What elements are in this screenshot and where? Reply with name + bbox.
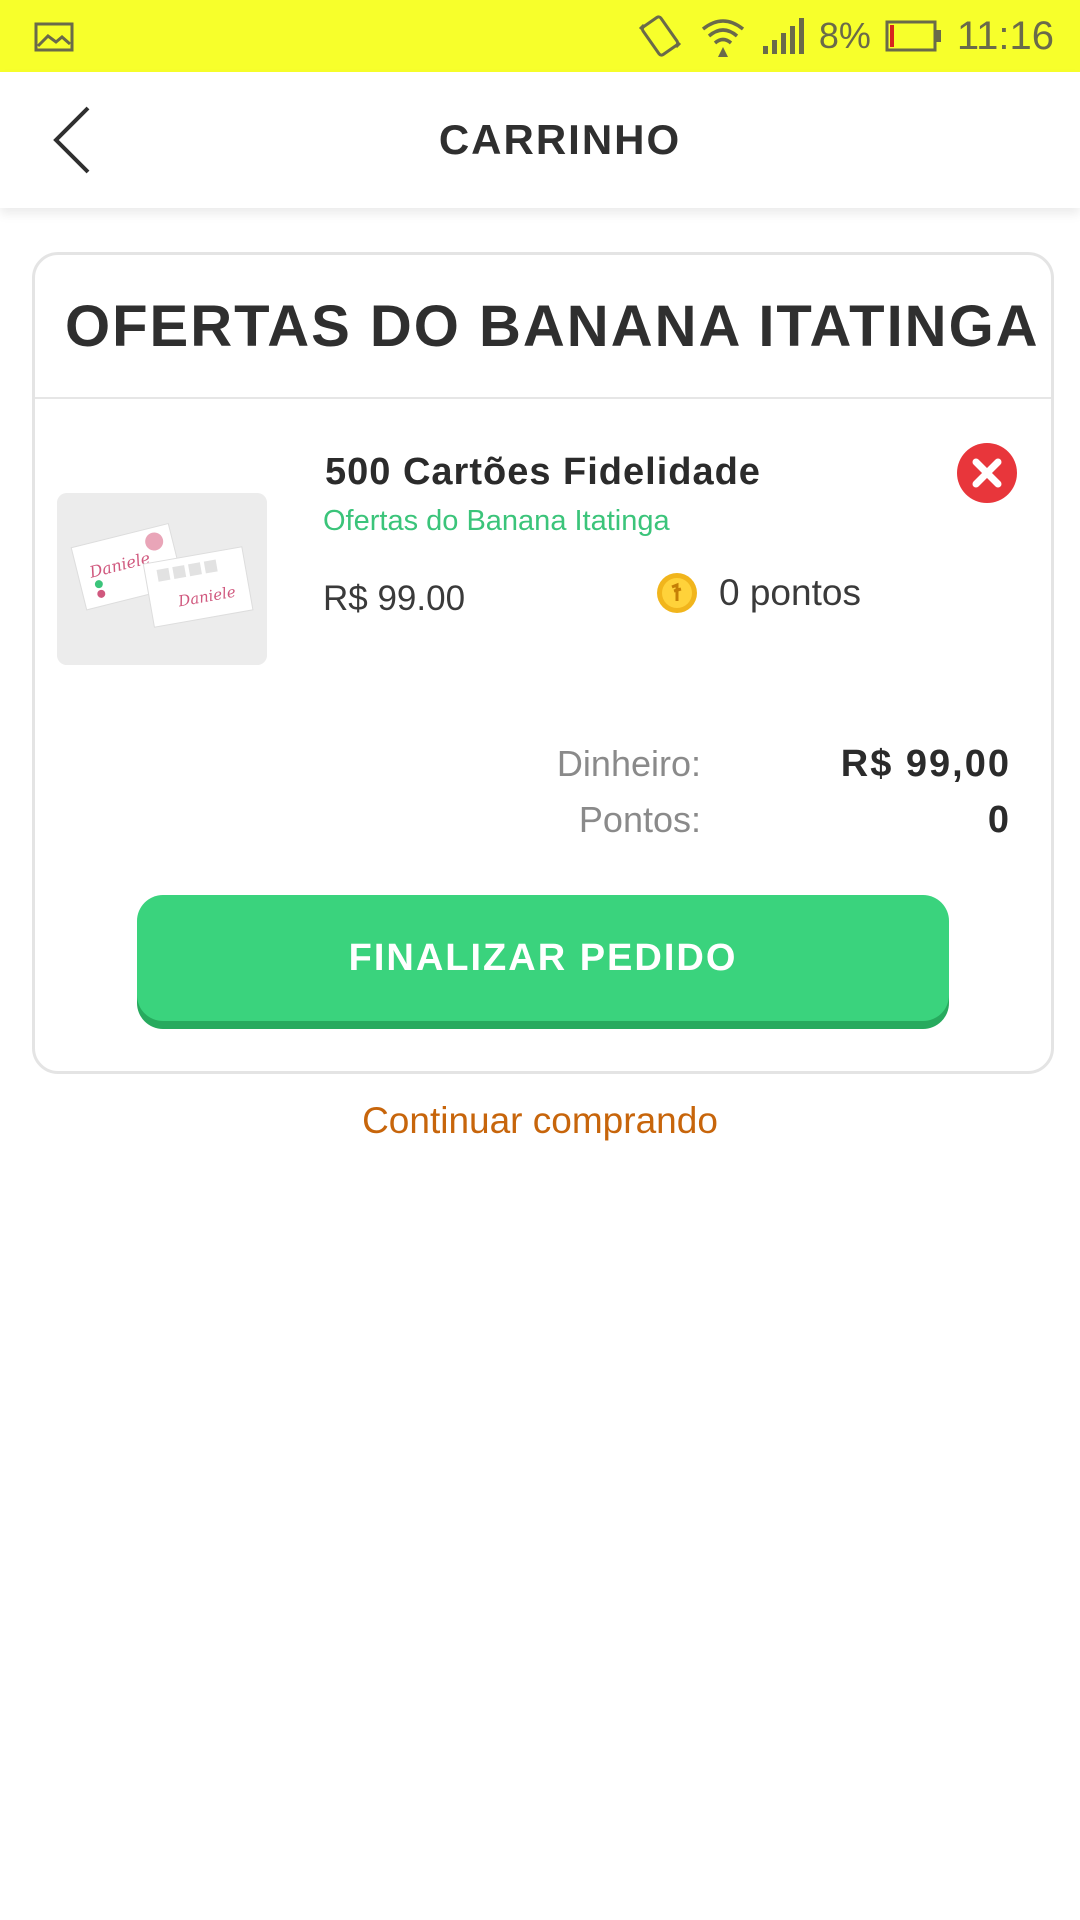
battery-icon	[885, 20, 941, 52]
vibrate-icon	[638, 15, 681, 57]
store-card: OFERTAS DO BANANA ITATINGA Daniele Danie…	[32, 252, 1054, 1074]
close-circle-icon[interactable]	[955, 441, 1019, 505]
finalize-order-button[interactable]: FINALIZAR PEDIDO	[137, 895, 949, 1021]
product-name[interactable]: 500 Cartões Fidelidade	[325, 451, 761, 494]
product-points-group: 0 pontos	[655, 571, 861, 615]
points-value: 0	[987, 799, 1011, 841]
totals-points-row: Pontos: 0	[451, 799, 1011, 855]
product-price: R$ 99.00	[323, 579, 466, 618]
page-title: CARRINHO	[438, 116, 682, 163]
points-label: Pontos:	[578, 799, 701, 840]
money-label: Dinheiro:	[556, 743, 701, 784]
clock: 11:16	[956, 13, 1054, 58]
coin-icon	[657, 573, 697, 613]
money-value: R$ 99,00	[840, 743, 1011, 785]
app-bar: CARRINHO	[0, 72, 1080, 208]
status-bar: 8% 11:16	[0, 0, 1080, 72]
cart-item: Daniele Daniele 500 Cartões Fidelidade O…	[35, 401, 1051, 665]
business-card-icon: Daniele Daniele	[57, 493, 267, 665]
image-icon	[34, 22, 74, 52]
chevron-left-icon[interactable]	[46, 104, 106, 176]
signal-icon	[762, 18, 804, 54]
product-points: 0 pontos	[719, 572, 861, 613]
product-store-link[interactable]: Ofertas do Banana Itatinga	[323, 505, 670, 538]
store-header: OFERTAS DO BANANA ITATINGA	[35, 255, 1051, 399]
wifi-icon	[701, 19, 744, 57]
product-image[interactable]: Daniele Daniele	[57, 493, 267, 665]
order-totals: Dinheiro: R$ 99,00 Pontos: 0	[451, 743, 1011, 855]
continue-shopping-link[interactable]: Continuar comprando	[0, 1100, 1080, 1142]
store-name: OFERTAS DO BANANA ITATINGA	[65, 293, 1040, 359]
totals-money-row: Dinheiro: R$ 99,00	[451, 743, 1011, 799]
battery-percent: 8%	[818, 15, 871, 56]
